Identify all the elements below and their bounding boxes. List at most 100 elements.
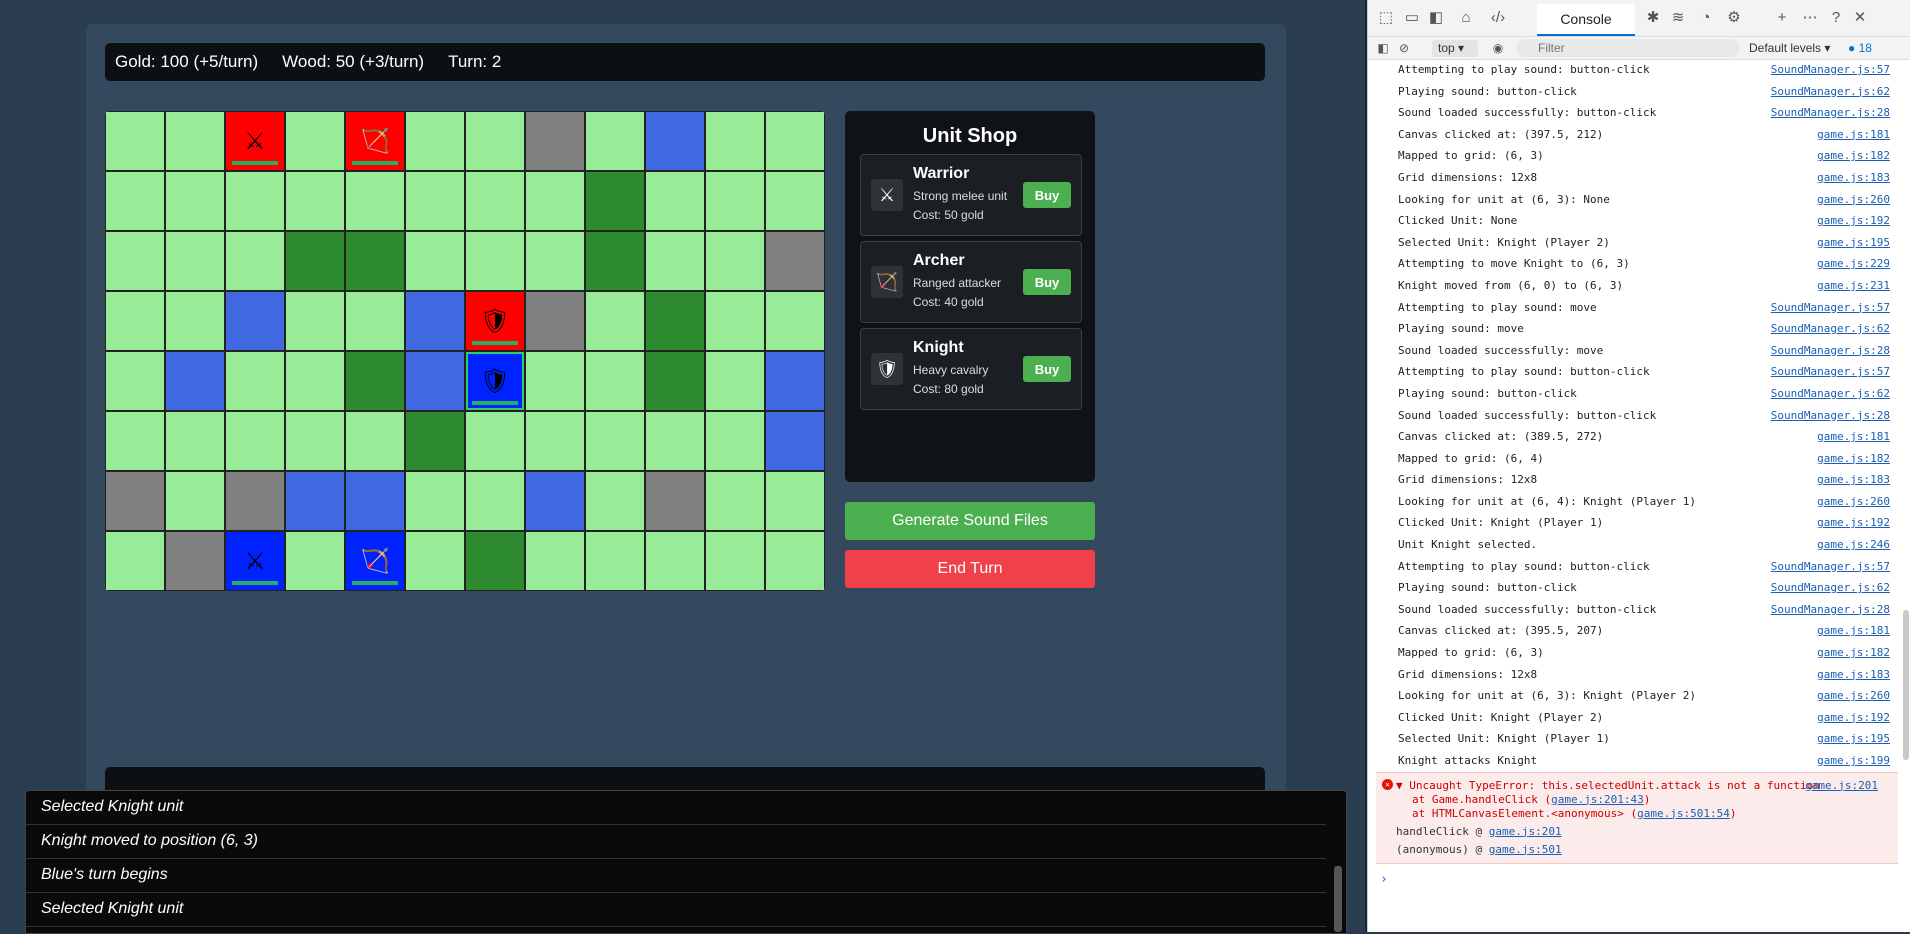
board-cell[interactable]: [345, 231, 405, 291]
performance-icon[interactable]: ◔: [1696, 8, 1716, 28]
board-cell[interactable]: [525, 291, 585, 351]
board-cell[interactable]: [345, 351, 405, 411]
console-output[interactable]: Attempting to play sound: button-click So…: [1368, 59, 1898, 932]
board-cell[interactable]: [285, 111, 345, 171]
board-cell[interactable]: [705, 291, 765, 351]
board-cell[interactable]: [525, 471, 585, 531]
log-levels-select[interactable]: Default levels ▾: [1749, 41, 1830, 55]
source-link[interactable]: SoundManager.js:28: [1771, 599, 1890, 621]
board-cell[interactable]: [225, 471, 285, 531]
board-cell-unit[interactable]: ⚔: [225, 531, 285, 591]
board-cell[interactable]: [465, 111, 525, 171]
board-cell-unit[interactable]: 🏹: [345, 111, 405, 171]
board-cell[interactable]: [225, 171, 285, 231]
board-cell[interactable]: [465, 231, 525, 291]
board-cell[interactable]: [285, 351, 345, 411]
source-link[interactable]: game.js:192: [1817, 210, 1890, 232]
error-message[interactable]: ✕ ▼ Uncaught TypeError: this.selectedUni…: [1376, 771, 1898, 864]
board-cell[interactable]: [525, 531, 585, 591]
sidebar-toggle-icon[interactable]: ◧: [1426, 8, 1446, 28]
board-cell[interactable]: [405, 411, 465, 471]
board-cell[interactable]: [405, 171, 465, 231]
source-link[interactable]: game.js:229: [1817, 253, 1890, 275]
source-link[interactable]: game.js:260: [1817, 491, 1890, 513]
source-link[interactable]: game.js:192: [1817, 707, 1890, 729]
source-link[interactable]: game.js:182: [1817, 448, 1890, 470]
board-cell[interactable]: [165, 111, 225, 171]
source-link[interactable]: SoundManager.js:62: [1771, 318, 1890, 340]
board-cell[interactable]: [405, 111, 465, 171]
board-cell[interactable]: [585, 471, 645, 531]
board-cell-unit[interactable]: 🛡: [465, 351, 525, 411]
clear-console-icon[interactable]: ⊘: [1394, 38, 1414, 58]
board-cell[interactable]: [645, 411, 705, 471]
board-cell[interactable]: [465, 531, 525, 591]
board-cell[interactable]: [225, 351, 285, 411]
board-cell[interactable]: [345, 171, 405, 231]
board-cell[interactable]: [165, 471, 225, 531]
source-link[interactable]: SoundManager.js:57: [1771, 556, 1890, 578]
elements-icon[interactable]: ‹/›: [1488, 8, 1508, 28]
board-cell[interactable]: [165, 351, 225, 411]
board-cell[interactable]: [645, 111, 705, 171]
source-link[interactable]: SoundManager.js:62: [1771, 577, 1890, 599]
source-link[interactable]: game.js:260: [1817, 685, 1890, 707]
error-source-link[interactable]: game.js:201: [1805, 779, 1878, 793]
source-link[interactable]: SoundManager.js:28: [1771, 340, 1890, 362]
buy-warrior-button[interactable]: Buy: [1023, 182, 1071, 208]
help-icon[interactable]: ?: [1826, 8, 1846, 28]
board-cell[interactable]: [645, 351, 705, 411]
board-cell[interactable]: [105, 111, 165, 171]
board-cell[interactable]: [765, 411, 825, 471]
board-cell[interactable]: [285, 531, 345, 591]
board-cell[interactable]: [285, 291, 345, 351]
bug-icon[interactable]: ✱: [1643, 8, 1663, 28]
source-link[interactable]: game.js:195: [1817, 232, 1890, 254]
console-prompt[interactable]: ›: [1368, 872, 1898, 887]
board-cell[interactable]: [345, 291, 405, 351]
board-cell[interactable]: [585, 291, 645, 351]
board-cell[interactable]: [585, 531, 645, 591]
board-cell[interactable]: [705, 471, 765, 531]
board-cell[interactable]: [525, 411, 585, 471]
board-cell[interactable]: [105, 411, 165, 471]
board-cell[interactable]: [525, 231, 585, 291]
board-cell[interactable]: [345, 411, 405, 471]
trace-link[interactable]: game.js:501: [1489, 843, 1562, 856]
stack-link[interactable]: game.js:201:43: [1551, 793, 1644, 806]
wifi-icon[interactable]: ≋: [1668, 8, 1688, 28]
source-link[interactable]: game.js:195: [1817, 728, 1890, 750]
source-link[interactable]: game.js:182: [1817, 145, 1890, 167]
source-link[interactable]: game.js:181: [1817, 620, 1890, 642]
board-cell[interactable]: [165, 411, 225, 471]
board-cell[interactable]: [705, 531, 765, 591]
board-cell[interactable]: [285, 471, 345, 531]
board-cell[interactable]: [585, 171, 645, 231]
log-scrollbar[interactable]: [1334, 866, 1342, 932]
board-cell-unit[interactable]: 🏹: [345, 531, 405, 591]
sidebar-icon[interactable]: ◧: [1373, 38, 1393, 58]
board-cell[interactable]: [765, 351, 825, 411]
close-icon[interactable]: ✕: [1850, 8, 1870, 28]
board-cell[interactable]: [525, 111, 585, 171]
source-link[interactable]: SoundManager.js:62: [1771, 383, 1890, 405]
board-cell[interactable]: [105, 531, 165, 591]
trace-link[interactable]: game.js:201: [1489, 825, 1562, 838]
source-link[interactable]: game.js:231: [1817, 275, 1890, 297]
source-link[interactable]: SoundManager.js:57: [1771, 361, 1890, 383]
board-cell[interactable]: [165, 171, 225, 231]
board-cell[interactable]: [285, 231, 345, 291]
board-cell[interactable]: [285, 411, 345, 471]
board-cell[interactable]: [225, 411, 285, 471]
source-link[interactable]: SoundManager.js:28: [1771, 405, 1890, 427]
board-cell[interactable]: [105, 171, 165, 231]
board-cell[interactable]: [405, 351, 465, 411]
more-icon[interactable]: ⋯: [1800, 8, 1820, 28]
board-cell[interactable]: [225, 231, 285, 291]
board-cell[interactable]: [645, 171, 705, 231]
board-cell[interactable]: [465, 171, 525, 231]
inspect-icon[interactable]: ⬚: [1376, 8, 1396, 28]
game-log[interactable]: Selected Knight unit Knight moved to pos…: [25, 790, 1347, 934]
gear-icon[interactable]: ⚙: [1724, 8, 1744, 28]
board-cell[interactable]: [405, 291, 465, 351]
